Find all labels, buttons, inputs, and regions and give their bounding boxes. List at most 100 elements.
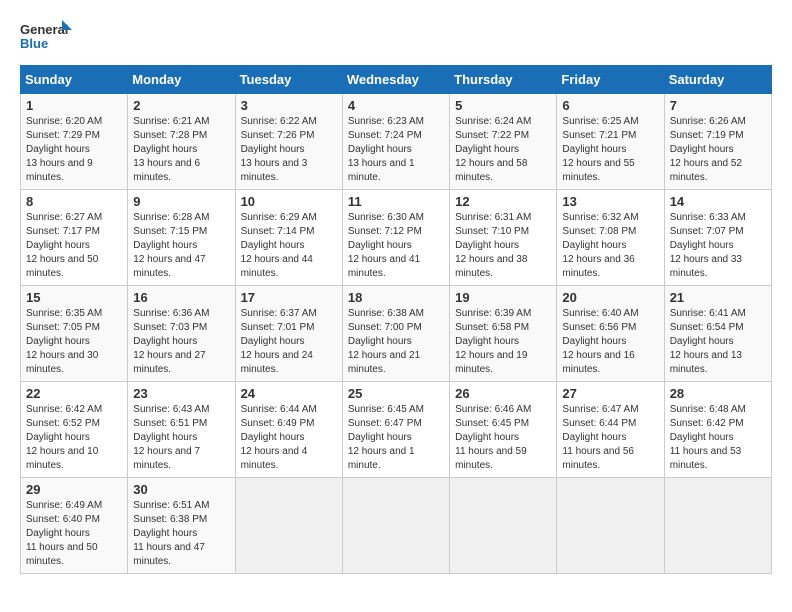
calendar-cell [450, 478, 557, 574]
calendar-cell: 30 Sunrise: 6:51 AM Sunset: 6:38 PM Dayl… [128, 478, 235, 574]
cell-content: Sunrise: 6:38 AM Sunset: 7:00 PM Dayligh… [348, 307, 444, 377]
cell-content: Sunrise: 6:49 AM Sunset: 6:40 PM Dayligh… [26, 499, 122, 569]
day-number: 7 [670, 98, 766, 113]
cell-content: Sunrise: 6:45 AM Sunset: 6:47 PM Dayligh… [348, 403, 444, 473]
page-header: General Blue [20, 20, 772, 55]
calendar-cell: 20 Sunrise: 6:40 AM Sunset: 6:56 PM Dayl… [557, 286, 664, 382]
cell-content: Sunrise: 6:51 AM Sunset: 6:38 PM Dayligh… [133, 499, 229, 569]
calendar-cell: 3 Sunrise: 6:22 AM Sunset: 7:26 PM Dayli… [235, 94, 342, 190]
calendar-cell: 7 Sunrise: 6:26 AM Sunset: 7:19 PM Dayli… [664, 94, 771, 190]
day-number: 22 [26, 386, 122, 401]
calendar-cell: 8 Sunrise: 6:27 AM Sunset: 7:17 PM Dayli… [21, 190, 128, 286]
calendar-cell: 16 Sunrise: 6:36 AM Sunset: 7:03 PM Dayl… [128, 286, 235, 382]
cell-content: Sunrise: 6:44 AM Sunset: 6:49 PM Dayligh… [241, 403, 337, 473]
calendar-cell: 25 Sunrise: 6:45 AM Sunset: 6:47 PM Dayl… [342, 382, 449, 478]
day-number: 5 [455, 98, 551, 113]
day-number: 19 [455, 290, 551, 305]
day-number: 23 [133, 386, 229, 401]
day-number: 29 [26, 482, 122, 497]
day-number: 30 [133, 482, 229, 497]
day-number: 4 [348, 98, 444, 113]
day-number: 24 [241, 386, 337, 401]
calendar-cell: 26 Sunrise: 6:46 AM Sunset: 6:45 PM Dayl… [450, 382, 557, 478]
day-number: 21 [670, 290, 766, 305]
calendar-cell: 1 Sunrise: 6:20 AM Sunset: 7:29 PM Dayli… [21, 94, 128, 190]
calendar-cell: 15 Sunrise: 6:35 AM Sunset: 7:05 PM Dayl… [21, 286, 128, 382]
calendar-cell: 13 Sunrise: 6:32 AM Sunset: 7:08 PM Dayl… [557, 190, 664, 286]
calendar-cell: 12 Sunrise: 6:31 AM Sunset: 7:10 PM Dayl… [450, 190, 557, 286]
day-number: 15 [26, 290, 122, 305]
calendar-cell: 6 Sunrise: 6:25 AM Sunset: 7:21 PM Dayli… [557, 94, 664, 190]
calendar-cell [342, 478, 449, 574]
calendar-cell: 9 Sunrise: 6:28 AM Sunset: 7:15 PM Dayli… [128, 190, 235, 286]
cell-content: Sunrise: 6:40 AM Sunset: 6:56 PM Dayligh… [562, 307, 658, 377]
cell-content: Sunrise: 6:31 AM Sunset: 7:10 PM Dayligh… [455, 211, 551, 281]
cell-content: Sunrise: 6:27 AM Sunset: 7:17 PM Dayligh… [26, 211, 122, 281]
calendar-cell [664, 478, 771, 574]
day-number: 13 [562, 194, 658, 209]
cell-content: Sunrise: 6:33 AM Sunset: 7:07 PM Dayligh… [670, 211, 766, 281]
cell-content: Sunrise: 6:29 AM Sunset: 7:14 PM Dayligh… [241, 211, 337, 281]
cell-content: Sunrise: 6:20 AM Sunset: 7:29 PM Dayligh… [26, 115, 122, 185]
cell-content: Sunrise: 6:43 AM Sunset: 6:51 PM Dayligh… [133, 403, 229, 473]
calendar-cell: 23 Sunrise: 6:43 AM Sunset: 6:51 PM Dayl… [128, 382, 235, 478]
week-row-5: 29 Sunrise: 6:49 AM Sunset: 6:40 PM Dayl… [21, 478, 772, 574]
day-number: 17 [241, 290, 337, 305]
day-number: 12 [455, 194, 551, 209]
calendar-cell: 19 Sunrise: 6:39 AM Sunset: 6:58 PM Dayl… [450, 286, 557, 382]
calendar-cell: 21 Sunrise: 6:41 AM Sunset: 6:54 PM Dayl… [664, 286, 771, 382]
calendar-cell: 4 Sunrise: 6:23 AM Sunset: 7:24 PM Dayli… [342, 94, 449, 190]
calendar-cell [557, 478, 664, 574]
calendar-cell: 5 Sunrise: 6:24 AM Sunset: 7:22 PM Dayli… [450, 94, 557, 190]
day-header-sunday: Sunday [21, 66, 128, 94]
day-number: 26 [455, 386, 551, 401]
calendar-cell [235, 478, 342, 574]
cell-content: Sunrise: 6:39 AM Sunset: 6:58 PM Dayligh… [455, 307, 551, 377]
calendar-cell: 27 Sunrise: 6:47 AM Sunset: 6:44 PM Dayl… [557, 382, 664, 478]
svg-text:Blue: Blue [20, 36, 48, 51]
calendar-cell: 22 Sunrise: 6:42 AM Sunset: 6:52 PM Dayl… [21, 382, 128, 478]
calendar-table: SundayMondayTuesdayWednesdayThursdayFrid… [20, 65, 772, 574]
day-number: 25 [348, 386, 444, 401]
calendar-cell: 2 Sunrise: 6:21 AM Sunset: 7:28 PM Dayli… [128, 94, 235, 190]
calendar-cell: 18 Sunrise: 6:38 AM Sunset: 7:00 PM Dayl… [342, 286, 449, 382]
day-header-saturday: Saturday [664, 66, 771, 94]
cell-content: Sunrise: 6:24 AM Sunset: 7:22 PM Dayligh… [455, 115, 551, 185]
day-header-friday: Friday [557, 66, 664, 94]
cell-content: Sunrise: 6:25 AM Sunset: 7:21 PM Dayligh… [562, 115, 658, 185]
week-row-1: 1 Sunrise: 6:20 AM Sunset: 7:29 PM Dayli… [21, 94, 772, 190]
week-row-3: 15 Sunrise: 6:35 AM Sunset: 7:05 PM Dayl… [21, 286, 772, 382]
cell-content: Sunrise: 6:22 AM Sunset: 7:26 PM Dayligh… [241, 115, 337, 185]
cell-content: Sunrise: 6:23 AM Sunset: 7:24 PM Dayligh… [348, 115, 444, 185]
cell-content: Sunrise: 6:36 AM Sunset: 7:03 PM Dayligh… [133, 307, 229, 377]
day-number: 27 [562, 386, 658, 401]
day-header-tuesday: Tuesday [235, 66, 342, 94]
calendar-cell: 10 Sunrise: 6:29 AM Sunset: 7:14 PM Dayl… [235, 190, 342, 286]
logo-svg: General Blue [20, 20, 75, 55]
calendar-cell: 11 Sunrise: 6:30 AM Sunset: 7:12 PM Dayl… [342, 190, 449, 286]
svg-text:General: General [20, 22, 68, 37]
calendar-cell: 17 Sunrise: 6:37 AM Sunset: 7:01 PM Dayl… [235, 286, 342, 382]
cell-content: Sunrise: 6:32 AM Sunset: 7:08 PM Dayligh… [562, 211, 658, 281]
calendar-cell: 28 Sunrise: 6:48 AM Sunset: 6:42 PM Dayl… [664, 382, 771, 478]
day-number: 3 [241, 98, 337, 113]
cell-content: Sunrise: 6:42 AM Sunset: 6:52 PM Dayligh… [26, 403, 122, 473]
calendar-header-row: SundayMondayTuesdayWednesdayThursdayFrid… [21, 66, 772, 94]
week-row-4: 22 Sunrise: 6:42 AM Sunset: 6:52 PM Dayl… [21, 382, 772, 478]
cell-content: Sunrise: 6:28 AM Sunset: 7:15 PM Dayligh… [133, 211, 229, 281]
day-number: 28 [670, 386, 766, 401]
cell-content: Sunrise: 6:41 AM Sunset: 6:54 PM Dayligh… [670, 307, 766, 377]
calendar-cell: 29 Sunrise: 6:49 AM Sunset: 6:40 PM Dayl… [21, 478, 128, 574]
day-number: 20 [562, 290, 658, 305]
logo: General Blue [20, 20, 75, 55]
day-number: 18 [348, 290, 444, 305]
cell-content: Sunrise: 6:37 AM Sunset: 7:01 PM Dayligh… [241, 307, 337, 377]
day-number: 11 [348, 194, 444, 209]
day-number: 9 [133, 194, 229, 209]
cell-content: Sunrise: 6:26 AM Sunset: 7:19 PM Dayligh… [670, 115, 766, 185]
cell-content: Sunrise: 6:30 AM Sunset: 7:12 PM Dayligh… [348, 211, 444, 281]
day-header-wednesday: Wednesday [342, 66, 449, 94]
cell-content: Sunrise: 6:48 AM Sunset: 6:42 PM Dayligh… [670, 403, 766, 473]
day-header-thursday: Thursday [450, 66, 557, 94]
cell-content: Sunrise: 6:35 AM Sunset: 7:05 PM Dayligh… [26, 307, 122, 377]
